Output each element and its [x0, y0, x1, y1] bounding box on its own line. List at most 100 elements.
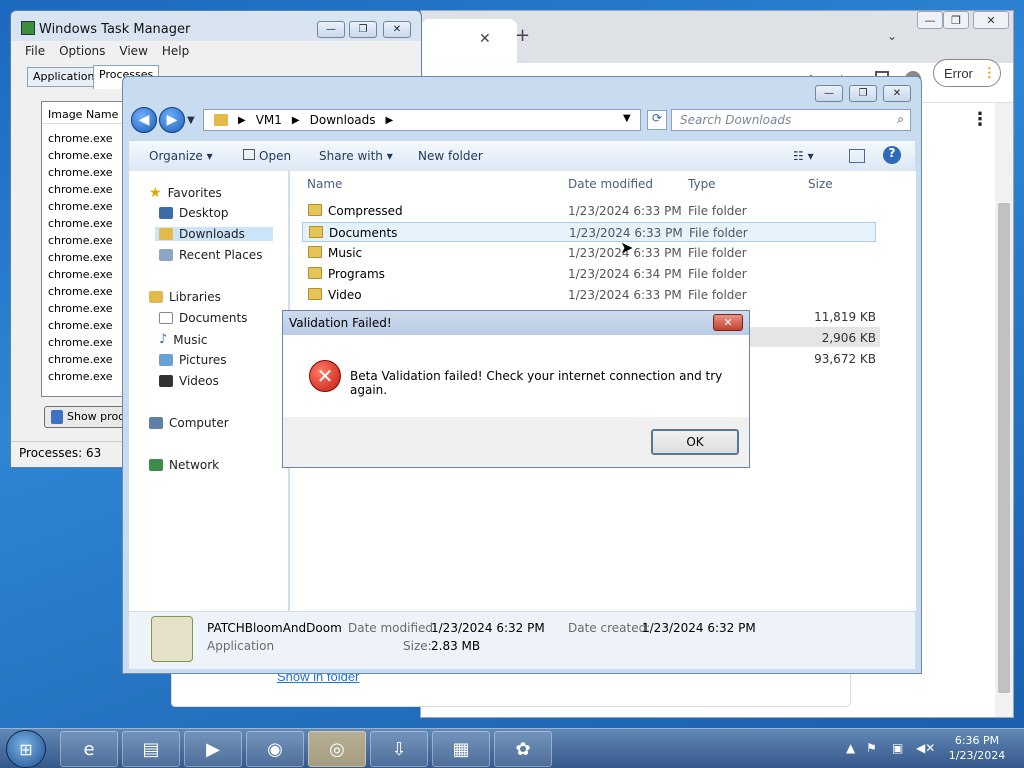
scrollbar-thumb[interactable] [998, 203, 1010, 693]
minimize-button[interactable]: — [815, 85, 843, 102]
preview-pane-icon[interactable] [849, 149, 865, 163]
download-manager-icon[interactable]: ⇩ [370, 731, 428, 767]
list-item[interactable]: chrome.exe [48, 181, 128, 198]
open-button[interactable]: Open [243, 149, 291, 163]
back-button[interactable]: ◀ [131, 107, 157, 133]
address-bar[interactable]: ▶ VM1 ▶ Downloads ▶ [203, 109, 641, 131]
column-header-image-name[interactable]: Image Name [42, 102, 130, 124]
system-clock[interactable]: 6:36 PM 1/23/2024 [938, 733, 1016, 763]
file-size: 93,672 KB [814, 352, 876, 366]
list-item[interactable]: chrome.exe [48, 283, 128, 300]
list-item[interactable]: chrome.exe [48, 351, 128, 368]
list-item[interactable]: chrome.exe [48, 215, 128, 232]
show-processes-button[interactable]: Show proce [44, 406, 134, 428]
active-app-icon[interactable]: ◎ [308, 731, 366, 767]
process-list[interactable]: Image Name chrome.exe chrome.exe chrome.… [41, 101, 131, 397]
minimize-button[interactable]: — [317, 21, 345, 38]
column-header-name[interactable]: Name [307, 177, 342, 191]
list-item[interactable]: chrome.exe [48, 368, 128, 385]
table-row[interactable]: Programs 1/23/2024 6:34 PM File folder [302, 264, 876, 284]
list-item[interactable]: chrome.exe [48, 317, 128, 334]
list-item[interactable]: chrome.exe [48, 147, 128, 164]
ok-button[interactable]: OK [651, 429, 739, 455]
address-dropdown-icon[interactable]: ▼ [623, 113, 631, 124]
table-row[interactable]: Video 1/23/2024 6:33 PM File folder [302, 285, 876, 305]
menu-help[interactable]: Help [162, 44, 189, 58]
breadcrumb-downloads[interactable]: Downloads [310, 113, 376, 127]
forward-button[interactable]: ▶ [159, 107, 185, 133]
close-tab-icon[interactable]: ✕ [479, 31, 491, 47]
internet-explorer-icon[interactable]: e [60, 731, 118, 767]
file-size: 2,906 KB [821, 331, 876, 345]
chrome-minimize-button[interactable]: — [917, 11, 943, 29]
list-item[interactable]: chrome.exe [48, 130, 128, 147]
nav-videos[interactable]: Videos [159, 374, 219, 388]
history-dropdown-icon[interactable]: ▼ [187, 115, 195, 126]
application-icon[interactable]: ✿ [494, 731, 552, 767]
nav-pictures[interactable]: Pictures [159, 353, 227, 367]
page-menu-icon[interactable]: ⋮ [971, 109, 989, 130]
chrome-maximize-button[interactable]: ❐ [943, 11, 969, 29]
column-header-size[interactable]: Size [808, 177, 833, 191]
action-center-icon[interactable]: ⚑ [866, 741, 877, 755]
nav-music[interactable]: ♪ Music [159, 332, 207, 347]
table-row[interactable]: Documents 1/23/2024 6:33 PM File folder [302, 222, 876, 242]
nav-documents[interactable]: Documents [159, 311, 247, 325]
list-item[interactable]: chrome.exe [48, 266, 128, 283]
start-button[interactable]: ⊞ [6, 730, 46, 768]
chrome-close-button[interactable]: ✕ [973, 11, 1009, 29]
nav-downloads[interactable]: Downloads [155, 227, 273, 241]
show-hidden-icons[interactable]: ▲ [846, 741, 855, 755]
list-item[interactable]: chrome.exe [48, 249, 128, 266]
folder-icon [309, 226, 323, 238]
chrome-tab[interactable]: ✕ [421, 19, 517, 63]
process-rows: chrome.exe chrome.exe chrome.exe chrome.… [48, 130, 128, 385]
task-manager-icon[interactable]: ▦ [432, 731, 490, 767]
nav-desktop[interactable]: Desktop [159, 206, 229, 220]
tab-search-icon[interactable]: ⌄ [887, 29, 897, 43]
refresh-icon[interactable]: ⟳ [647, 110, 667, 130]
chevron-right-icon: ▶ [238, 114, 246, 126]
list-item[interactable]: chrome.exe [48, 334, 128, 351]
list-item[interactable]: chrome.exe [48, 300, 128, 317]
view-options-icon[interactable]: ☷ ▾ [793, 149, 814, 163]
organize-button[interactable]: Organize ▾ [149, 149, 213, 163]
maximize-button[interactable]: ❐ [349, 21, 377, 38]
nav-network[interactable]: Network [149, 458, 219, 472]
chevron-right-icon: ▶ [385, 114, 394, 126]
new-tab-button[interactable]: + [515, 25, 530, 46]
media-player-icon[interactable]: ▶ [184, 731, 242, 767]
maximize-button[interactable]: ❐ [849, 85, 877, 102]
new-folder-button[interactable]: New folder [418, 149, 483, 163]
volume-muted-icon[interactable]: ◀✕ [916, 741, 935, 755]
list-item[interactable]: chrome.exe [48, 198, 128, 215]
error-icon: ✕ [309, 360, 341, 392]
error-label: Error [944, 65, 973, 81]
file-explorer-icon[interactable]: ▤ [122, 731, 180, 767]
chrome-scrollbar[interactable] [995, 103, 1013, 717]
list-item[interactable]: chrome.exe [48, 164, 128, 181]
column-header-date-modified[interactable]: Date modified [568, 177, 653, 191]
chrome-icon[interactable]: ◉ [246, 731, 304, 767]
table-row[interactable]: Compressed 1/23/2024 6:33 PM File folder [302, 201, 876, 221]
search-input[interactable]: Search Downloads ⌕ [671, 109, 911, 131]
dialog-close-button[interactable]: ✕ [713, 314, 743, 331]
nav-computer[interactable]: Computer [149, 416, 229, 430]
menu-file[interactable]: File [25, 44, 45, 58]
close-button[interactable]: ✕ [383, 21, 411, 38]
chevron-right-icon: ▶ [291, 114, 300, 126]
chrome-error-pill[interactable]: Error ⋮ [933, 59, 1001, 87]
menu-view[interactable]: View [119, 44, 147, 58]
table-row[interactable]: Music 1/23/2024 6:33 PM File folder [302, 243, 876, 263]
column-header-type[interactable]: Type [688, 177, 716, 191]
share-with-button[interactable]: Share with ▾ [319, 149, 393, 163]
nav-favorites[interactable]: ★ Favorites [149, 185, 222, 201]
help-icon[interactable]: ? [883, 146, 901, 164]
close-button[interactable]: ✕ [883, 85, 911, 102]
list-item[interactable]: chrome.exe [48, 232, 128, 249]
nav-recent-places[interactable]: Recent Places [159, 248, 262, 262]
menu-options[interactable]: Options [59, 44, 105, 58]
breadcrumb-vm1[interactable]: VM1 [256, 113, 282, 127]
network-status-icon[interactable]: ▣ [892, 741, 903, 755]
nav-libraries[interactable]: Libraries [149, 290, 221, 304]
